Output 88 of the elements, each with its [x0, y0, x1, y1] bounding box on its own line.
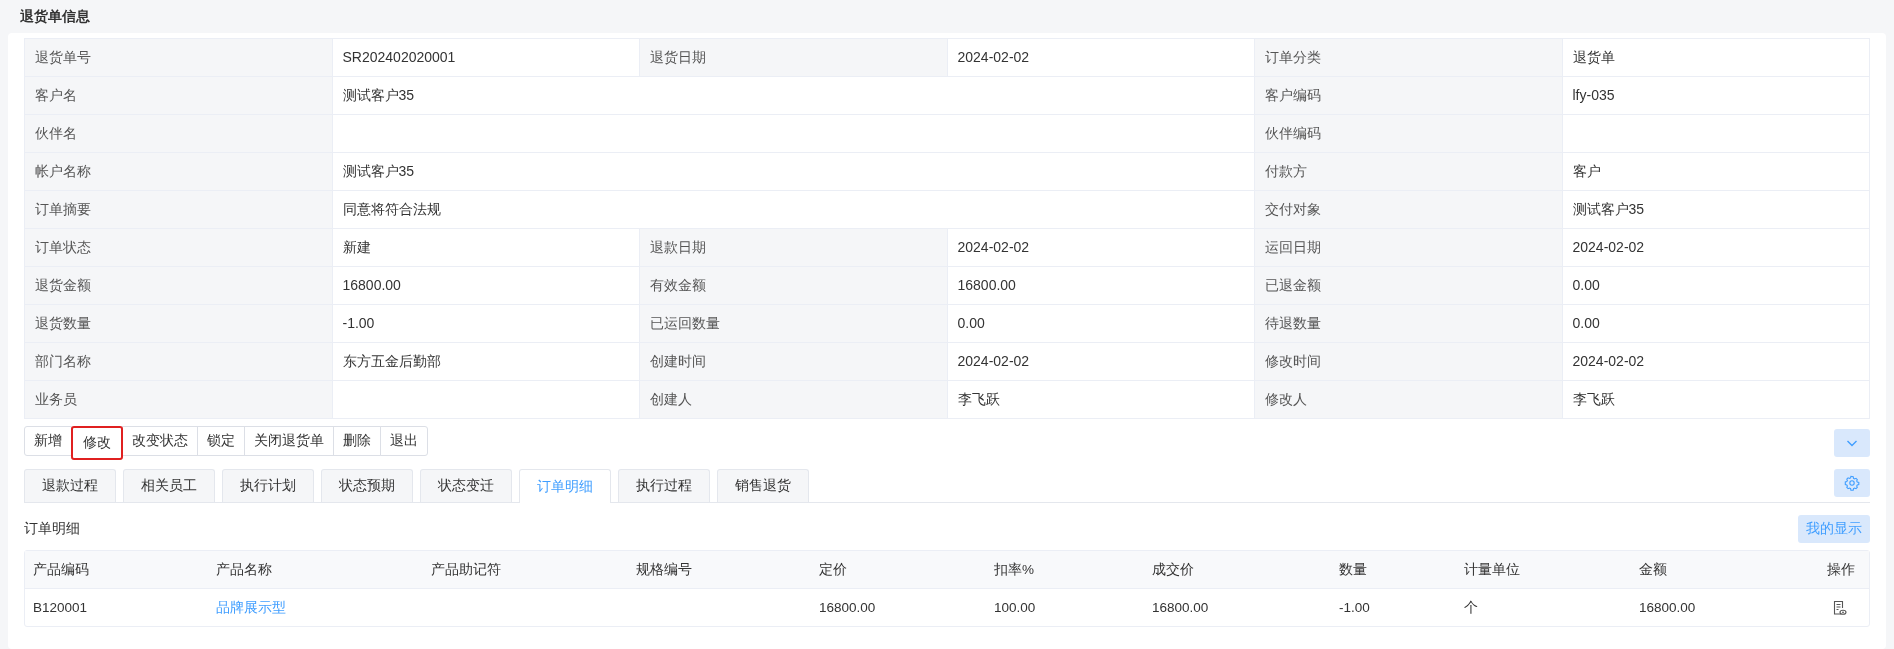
- field-label: 有效金额: [640, 267, 948, 305]
- field-value: 0.00: [947, 305, 1255, 343]
- field-label: 已运回数量: [640, 305, 948, 343]
- field-label: 订单摘要: [25, 191, 333, 229]
- field-value: 2024-02-02: [1562, 229, 1870, 267]
- tab[interactable]: 相关员工: [123, 469, 215, 502]
- action-button[interactable]: 改变状态: [122, 426, 198, 456]
- tab[interactable]: 执行过程: [618, 469, 710, 502]
- column-header: 产品编码: [32, 561, 90, 579]
- table-cell-text: 个: [1463, 599, 1479, 617]
- tab[interactable]: 执行计划: [222, 469, 314, 502]
- field-value: 测试客户35: [1562, 191, 1870, 229]
- table-cell-text: -1.00: [1338, 599, 1371, 617]
- field-value: 16800.00: [947, 267, 1255, 305]
- field-label: 已退金额: [1255, 267, 1563, 305]
- field-value: 测试客户35: [332, 153, 1255, 191]
- field-label: 待退数量: [1255, 305, 1563, 343]
- field-value: 李飞跃: [1562, 381, 1870, 419]
- field-label: 退货日期: [640, 39, 948, 77]
- tab[interactable]: 销售退货: [717, 469, 809, 502]
- field-label: 运回日期: [1255, 229, 1563, 267]
- column-header: 产品助记符: [430, 561, 502, 579]
- section-title: 订单明细: [24, 520, 80, 538]
- field-value: 东方五金后勤部: [332, 343, 640, 381]
- field-value: 2024-02-02: [947, 39, 1255, 77]
- field-value: 李飞跃: [947, 381, 1255, 419]
- field-value: SR202402020001: [332, 39, 640, 77]
- field-value: 2024-02-02: [1562, 343, 1870, 381]
- table-cell-text: 16800.00: [1151, 599, 1210, 617]
- action-button[interactable]: 退出: [380, 426, 428, 456]
- action-button[interactable]: 新增: [24, 426, 72, 456]
- field-value: lfy-035: [1562, 77, 1870, 115]
- field-label: 退款日期: [640, 229, 948, 267]
- field-label: 退货数量: [25, 305, 333, 343]
- collapse-button[interactable]: [1834, 429, 1870, 457]
- field-label: 修改人: [1255, 381, 1563, 419]
- action-button[interactable]: 关闭退货单: [244, 426, 334, 456]
- field-label: 订单状态: [25, 229, 333, 267]
- column-header: 定价: [818, 561, 848, 579]
- field-label: 客户名: [25, 77, 333, 115]
- field-label: 部门名称: [25, 343, 333, 381]
- field-label: 订单分类: [1255, 39, 1563, 77]
- field-value: 0.00: [1562, 267, 1870, 305]
- action-button[interactable]: 删除: [333, 426, 381, 456]
- settings-button[interactable]: [1834, 469, 1870, 497]
- view-button[interactable]: [1831, 599, 1847, 616]
- field-value: 2024-02-02: [947, 229, 1255, 267]
- column-header: 成交价: [1151, 561, 1195, 579]
- column-header: 扣率%: [993, 561, 1035, 579]
- field-label: 退货金额: [25, 267, 333, 305]
- field-value: 同意将符合法规: [332, 191, 1255, 229]
- column-header: 数量: [1338, 561, 1368, 579]
- field-value: 测试客户35: [332, 77, 1255, 115]
- field-value: 客户: [1562, 153, 1870, 191]
- action-button[interactable]: 锁定: [197, 426, 245, 456]
- document-view-icon: [1831, 599, 1847, 616]
- field-label: 修改时间: [1255, 343, 1563, 381]
- field-value: 2024-02-02: [947, 343, 1255, 381]
- field-label: 付款方: [1255, 153, 1563, 191]
- field-label: 创建人: [640, 381, 948, 419]
- tab[interactable]: 退款过程: [24, 469, 116, 502]
- column-header: 操作: [1826, 561, 1856, 579]
- action-button[interactable]: 修改: [71, 426, 123, 460]
- field-value: -1.00: [332, 305, 640, 343]
- field-value: 16800.00: [332, 267, 640, 305]
- tab[interactable]: 状态预期: [321, 469, 413, 502]
- table-cell-text: B120001: [32, 599, 89, 617]
- field-label: 退货单号: [25, 39, 333, 77]
- field-value: 退货单: [1562, 39, 1870, 77]
- field-label: 业务员: [25, 381, 333, 419]
- field-value: 新建: [332, 229, 640, 267]
- field-label: 伙伴名: [25, 115, 333, 153]
- field-label: 交付对象: [1255, 191, 1563, 229]
- column-header: 金额: [1638, 561, 1668, 579]
- table-cell-text: 100.00: [993, 599, 1037, 617]
- field-label: 帐户名称: [25, 153, 333, 191]
- column-header: 计量单位: [1463, 561, 1521, 579]
- field-label: 伙伴编码: [1255, 115, 1563, 153]
- settings-icon: [1844, 475, 1860, 491]
- column-header: 产品名称: [215, 561, 273, 579]
- tab[interactable]: 状态变迁: [420, 469, 512, 502]
- table-cell-text: 16800.00: [1638, 599, 1697, 617]
- page-title: 退货单信息: [19, 7, 91, 26]
- table-cell-text: 16800.00: [818, 599, 877, 617]
- field-label: 创建时间: [640, 343, 948, 381]
- column-header: 规格编号: [635, 561, 693, 579]
- field-value: 0.00: [1562, 305, 1870, 343]
- field-label: 客户编码: [1255, 77, 1563, 115]
